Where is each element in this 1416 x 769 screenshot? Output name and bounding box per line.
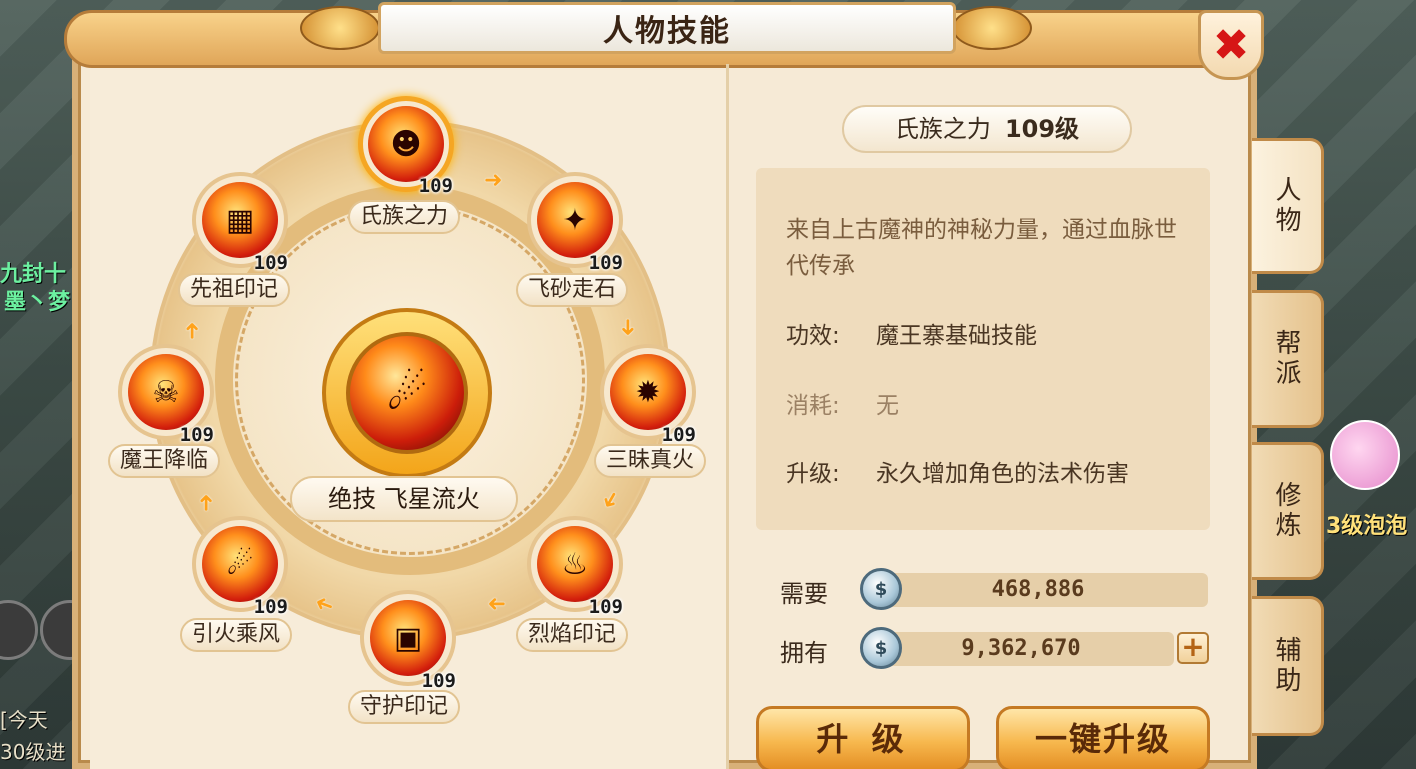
skill-flame-mark[interactable]: ♨ 109 [527, 516, 623, 618]
upgrade-value: 永久增加角色的法术伤害 [876, 461, 1129, 487]
skill-effect-row: 功效: 魔王寨基础技能 [786, 316, 1037, 350]
skill-flying-rocks[interactable]: ✦ 109 [527, 172, 623, 274]
effect-key: 功效: [786, 323, 840, 349]
skill-level: 109 [661, 424, 696, 446]
tab-cultivation[interactable]: 修炼 [1252, 442, 1324, 580]
skill-label: 先祖印记 [178, 273, 291, 307]
meteor-fire-icon: ☄ [346, 332, 468, 454]
skill-level: 109 [418, 175, 453, 197]
tab-guild[interactable]: 帮派 [1252, 290, 1324, 428]
skill-cost-row: 消耗: 无 [786, 386, 899, 420]
skill-label: 三昧真火 [594, 444, 707, 478]
effect-value: 魔王寨基础技能 [876, 323, 1037, 349]
upgrade-button[interactable]: 升 级 [756, 706, 970, 769]
one-click-upgrade-button[interactable]: 一键升级 [996, 706, 1210, 769]
cost-key: 消耗: [786, 393, 840, 419]
pink-pet-icon [1330, 420, 1400, 490]
page-title: 人物技能 [603, 14, 731, 49]
flying-rocks-icon: ✦ [537, 182, 613, 258]
world-chat-line-1: [今天 [0, 708, 48, 732]
guard-mark-icon: ▣ [370, 600, 446, 676]
demon-face-icon: ☻ [368, 106, 444, 182]
skill-name: 氏族之力 [894, 115, 991, 143]
skill-label: 守护印记 [348, 690, 461, 724]
silver-coin-icon: $ [860, 568, 902, 610]
fire-wind-icon: ☄ [202, 526, 278, 602]
cost-value: 无 [876, 393, 899, 419]
ultimate-skill[interactable]: ☄ [322, 308, 492, 478]
add-currency-button[interactable]: + [1177, 632, 1209, 664]
skill-ancestor-mark[interactable]: ▦ 109 [192, 172, 288, 274]
world-chat-line-2: 30级进 [0, 740, 66, 764]
need-value: 468,886 [868, 573, 1208, 607]
skill-level: 109 [588, 596, 623, 618]
skill-description: 来自上古魔神的神秘力量，通过血脉世代传承 [786, 217, 1177, 279]
skill-level: 109 [253, 596, 288, 618]
skill-level: 109 [179, 424, 214, 446]
skill-label: 引火乘风 [180, 618, 293, 652]
fire-burst-icon: ✹ [610, 354, 686, 430]
skill-label: 飞砂走石 [516, 273, 629, 307]
skill-guard-mark[interactable]: ▣ 109 [360, 590, 456, 692]
panel-divider [726, 64, 729, 769]
world-pet-label: 3级泡泡 [1326, 514, 1408, 539]
skill-clan-power[interactable]: ☻ 109 [358, 96, 454, 197]
flame-mark-icon: ♨ [537, 526, 613, 602]
title-scroll-right-icon [952, 6, 1032, 50]
title-plaque: 人物技能 [378, 2, 956, 54]
skill-samadhi-fire[interactable]: ✹ 109 [600, 344, 696, 446]
skill-level: 109 [253, 252, 288, 274]
have-value: 9,362,670 [868, 632, 1174, 666]
arrow-left-icon: ➜ [487, 591, 506, 616]
ultimate-skill-label: 绝技 飞星流火 [290, 476, 518, 522]
skill-fire-wind[interactable]: ☄ 109 [192, 516, 288, 618]
skill-demon-king[interactable]: ☠ 109 [118, 344, 214, 446]
skill-description-box: 来自上古魔神的神秘力量，通过血脉世代传承 功效: 魔王寨基础技能 消耗: 无 升级:… [756, 168, 1210, 530]
skill-level: 109 [421, 670, 456, 692]
arrow-right-icon: ➜ [484, 168, 503, 193]
title-scroll-left-icon [300, 6, 380, 50]
world-guild-name: 墨丶梦 [4, 290, 71, 315]
skill-name-plate: 氏族之力 109级 [842, 105, 1132, 153]
skill-label: 烈焰印记 [516, 618, 629, 652]
close-icon: ✖ [1212, 19, 1250, 71]
ancestor-mark-icon: ▦ [202, 182, 278, 258]
arrow-down-icon: ➜ [615, 318, 640, 337]
skill-label: 魔王降临 [108, 444, 221, 478]
have-label: 拥有 [780, 639, 828, 667]
need-label: 需要 [780, 580, 828, 608]
tab-auxiliary[interactable]: 辅助 [1252, 596, 1324, 736]
tab-character[interactable]: 人物 [1252, 138, 1324, 274]
upgrade-key: 升级: [786, 461, 840, 487]
arrow-up-icon: ➜ [180, 321, 205, 340]
skill-upgrade-row: 升级: 永久增加角色的法术伤害 [786, 454, 1129, 488]
close-button[interactable]: ✖ [1198, 10, 1264, 80]
skill-level: 109 [588, 252, 623, 274]
demon-king-icon: ☠ [128, 354, 204, 430]
arrow-up-icon: ➜ [194, 493, 219, 512]
skill-label: 氏族之力 [348, 200, 461, 234]
silver-coin-icon: $ [860, 627, 902, 669]
skill-level-text: 109级 [1004, 115, 1080, 143]
